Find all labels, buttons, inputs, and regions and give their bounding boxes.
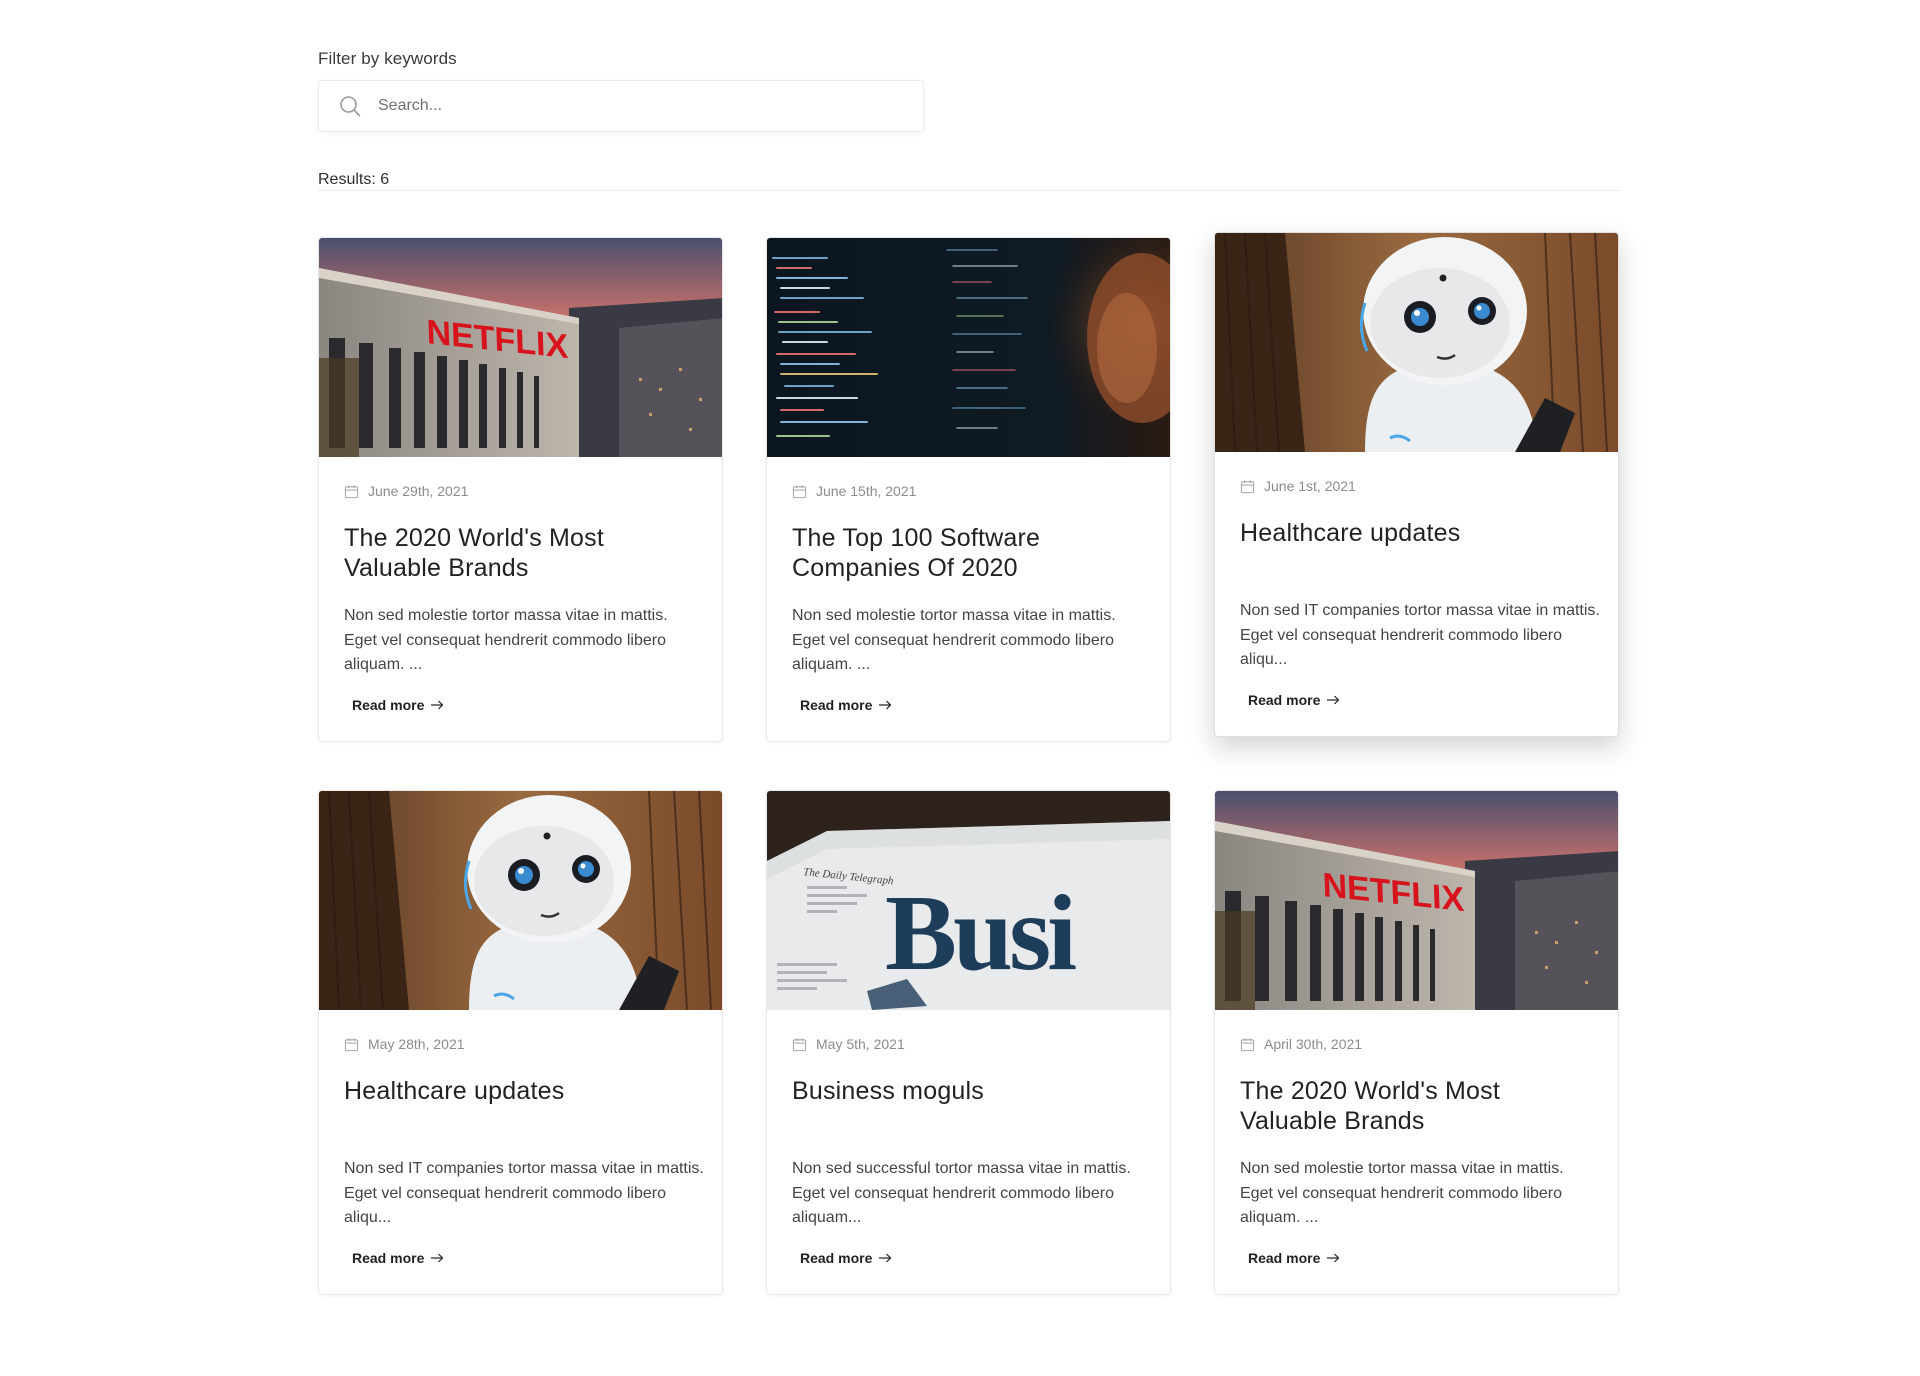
arrow-right-icon — [1327, 695, 1340, 705]
post-title[interactable]: The 2020 World's Most Valuable Brands — [344, 523, 699, 583]
read-more-link[interactable]: Read more — [1248, 1250, 1340, 1266]
post-image-netflix-building: NETFLIX — [319, 238, 722, 457]
post-date: June 15th, 2021 — [792, 483, 916, 499]
filter-label: Filter by keywords — [318, 49, 457, 68]
post-card[interactable]: June 15th, 2021 The Top 100 Software Com… — [766, 237, 1171, 742]
post-date-text: June 1st, 2021 — [1264, 478, 1356, 494]
post-date-text: May 28th, 2021 — [368, 1036, 465, 1052]
post-date: June 1st, 2021 — [1240, 478, 1356, 494]
post-date: May 5th, 2021 — [792, 1036, 905, 1052]
post-excerpt: Non sed IT companies tortor massa vitae … — [344, 1160, 704, 1226]
arrow-right-icon — [431, 1253, 444, 1263]
post-card[interactable]: NETFLIX June 29th, 2021 The 2020 World's… — [318, 237, 723, 742]
results-divider — [318, 190, 1620, 191]
post-title[interactable]: Healthcare updates — [344, 1076, 699, 1106]
calendar-icon — [1240, 1037, 1255, 1051]
search-box[interactable] — [318, 80, 924, 132]
post-excerpt: Non sed IT companies tortor massa vitae … — [1240, 602, 1600, 668]
post-excerpt: Non sed successful tortor massa vitae in… — [792, 1160, 1131, 1226]
calendar-icon — [344, 1037, 359, 1051]
read-more-link[interactable]: Read more — [800, 697, 892, 713]
search-input[interactable] — [378, 97, 898, 115]
read-more-label: Read more — [800, 1250, 873, 1266]
post-card[interactable]: June 1st, 2021 Healthcare updates Non se… — [1214, 232, 1619, 737]
post-image-robot — [319, 791, 722, 1010]
calendar-icon — [1240, 479, 1255, 493]
read-more-label: Read more — [1248, 1250, 1321, 1266]
post-image-netflix-building: NETFLIX — [1215, 791, 1618, 1010]
arrow-right-icon — [1327, 1253, 1340, 1263]
post-date: June 29th, 2021 — [344, 483, 468, 499]
read-more-label: Read more — [352, 697, 425, 713]
calendar-icon — [344, 484, 359, 498]
post-title[interactable]: The Top 100 Software Companies Of 2020 — [792, 523, 1147, 583]
post-date-text: June 15th, 2021 — [816, 483, 917, 499]
post-date: May 28th, 2021 — [344, 1036, 465, 1052]
arrow-right-icon — [879, 700, 892, 710]
read-more-label: Read more — [352, 1250, 425, 1266]
read-more-label: Read more — [1248, 692, 1321, 708]
post-date-text: June 29th, 2021 — [368, 483, 469, 499]
calendar-icon — [792, 484, 807, 498]
post-card[interactable]: May 28th, 2021 Healthcare updates Non se… — [318, 790, 723, 1295]
post-date-text: May 5th, 2021 — [816, 1036, 905, 1052]
post-title[interactable]: Healthcare updates — [1240, 518, 1595, 548]
arrow-right-icon — [431, 700, 444, 710]
post-card[interactable]: The Daily Telegraph Busi May 5th, 2021 B… — [766, 790, 1171, 1295]
post-title[interactable]: Business moguls — [792, 1076, 1147, 1106]
post-excerpt: Non sed molestie tortor massa vitae in m… — [792, 607, 1116, 673]
post-title[interactable]: The 2020 World's Most Valuable Brands — [1240, 1076, 1595, 1136]
calendar-icon — [792, 1037, 807, 1051]
post-image-newspaper: The Daily Telegraph Busi — [767, 791, 1170, 1010]
post-date: April 30th, 2021 — [1240, 1036, 1362, 1052]
results-count: Results: 6 — [318, 171, 390, 188]
read-more-link[interactable]: Read more — [352, 1250, 444, 1266]
search-icon — [340, 96, 361, 117]
post-card[interactable]: NETFLIX April 30th, 2021 The 2020 World'… — [1214, 790, 1619, 1295]
newspaper-headline-text: Busi — [885, 874, 1076, 993]
post-image-code-screen — [767, 238, 1170, 457]
post-excerpt: Non sed molestie tortor massa vitae in m… — [1240, 1160, 1564, 1226]
read-more-link[interactable]: Read more — [352, 697, 444, 713]
read-more-label: Read more — [800, 697, 873, 713]
post-image-robot — [1215, 233, 1618, 452]
read-more-link[interactable]: Read more — [1248, 692, 1340, 708]
read-more-link[interactable]: Read more — [800, 1250, 892, 1266]
post-date-text: April 30th, 2021 — [1264, 1036, 1363, 1052]
post-excerpt: Non sed molestie tortor massa vitae in m… — [344, 607, 668, 673]
arrow-right-icon — [879, 1253, 892, 1263]
